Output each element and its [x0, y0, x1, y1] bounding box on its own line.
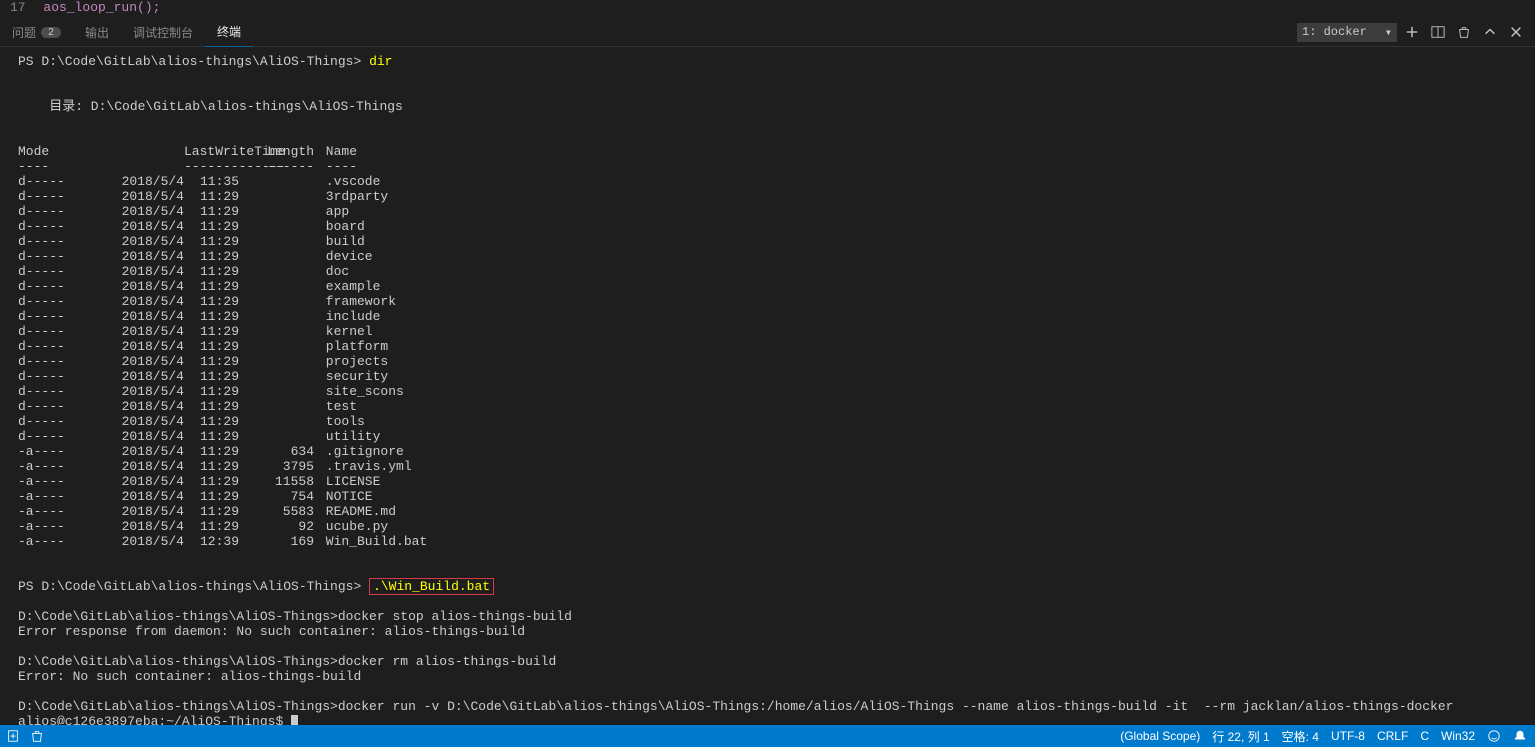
editor-remnant: 17 aos_loop_run(); — [0, 0, 1535, 19]
status-encoding[interactable]: UTF-8 — [1331, 729, 1365, 743]
terminal-output[interactable]: PS D:\Code\GitLab\alios-things\AliOS-Thi… — [0, 46, 1535, 725]
kill-terminal-button[interactable] — [1453, 21, 1475, 43]
status-language[interactable]: C — [1420, 729, 1429, 743]
status-bar: (Global Scope) 行 22, 列 1 空格: 4 UTF-8 CRL… — [0, 725, 1535, 747]
trash-button[interactable] — [30, 729, 44, 743]
problems-badge: 2 — [41, 27, 61, 38]
chevron-down-icon: ▾ — [1385, 25, 1392, 40]
panel-tabs: 问题 2 输出 调试控制台 终端 1: docker ▾ — [0, 18, 1535, 47]
status-scope[interactable]: (Global Scope) — [1120, 729, 1200, 743]
code-line: aos_loop_run(); — [43, 0, 160, 15]
notifications-icon[interactable] — [1513, 729, 1527, 743]
tab-output[interactable]: 输出 — [73, 18, 121, 46]
status-cursor-position[interactable]: 行 22, 列 1 — [1212, 728, 1269, 745]
split-terminal-button[interactable] — [1427, 21, 1449, 43]
line-number: 17 — [0, 0, 36, 15]
terminal-selector-dropdown[interactable]: 1: docker ▾ — [1297, 23, 1397, 42]
terminal-controls: 1: docker ▾ — [1297, 21, 1535, 43]
terminal-selector-label: 1: docker — [1302, 25, 1367, 39]
status-os[interactable]: Win32 — [1441, 729, 1475, 743]
feedback-icon[interactable] — [1487, 729, 1501, 743]
close-panel-button[interactable] — [1505, 21, 1527, 43]
new-terminal-button[interactable] — [1401, 21, 1423, 43]
new-file-button[interactable] — [6, 729, 20, 743]
tab-problems[interactable]: 问题 2 — [0, 18, 73, 46]
tab-problems-label: 问题 — [12, 24, 36, 41]
tab-debug-console[interactable]: 调试控制台 — [121, 18, 205, 46]
maximize-panel-button[interactable] — [1479, 21, 1501, 43]
status-indentation[interactable]: 空格: 4 — [1282, 728, 1319, 745]
status-eol[interactable]: CRLF — [1377, 729, 1408, 743]
tab-terminal[interactable]: 终端 — [205, 18, 253, 47]
